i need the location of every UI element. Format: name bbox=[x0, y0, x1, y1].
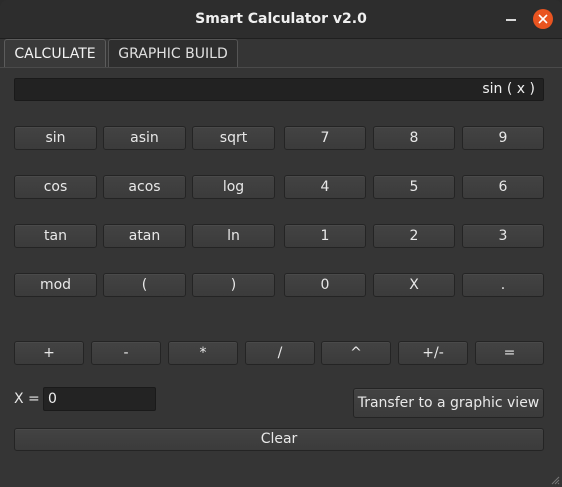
tab-bar: CALCULATE GRAPHIC BUILD bbox=[0, 38, 562, 68]
window-title: Smart Calculator v2.0 bbox=[195, 11, 367, 27]
transfer-to-graphic-view-button[interactable]: Transfer to a graphic view bbox=[353, 388, 544, 418]
x-value-input[interactable] bbox=[43, 387, 156, 411]
tan-button[interactable]: tan bbox=[14, 224, 97, 248]
tab-calculate[interactable]: CALCULATE bbox=[4, 39, 106, 67]
clear-button[interactable]: Clear bbox=[14, 428, 544, 451]
divide-button[interactable]: / bbox=[245, 341, 315, 365]
sqrt-button[interactable]: sqrt bbox=[192, 126, 275, 150]
digit-3-button[interactable]: 3 bbox=[462, 224, 544, 248]
open-paren-button[interactable]: ( bbox=[103, 273, 186, 297]
tab-divider bbox=[0, 67, 562, 68]
expression-display[interactable]: sin ( x ) bbox=[14, 78, 544, 101]
resize-grip-icon[interactable] bbox=[550, 475, 560, 485]
ln-button[interactable]: ln bbox=[192, 224, 275, 248]
cos-button[interactable]: cos bbox=[14, 175, 97, 199]
digit-0-button[interactable]: 0 bbox=[284, 273, 366, 297]
power-button[interactable]: ^ bbox=[321, 341, 391, 365]
tab-graphic-build[interactable]: GRAPHIC BUILD bbox=[108, 39, 238, 67]
close-icon bbox=[538, 14, 548, 24]
digit-2-button[interactable]: 2 bbox=[373, 224, 455, 248]
title-bar: Smart Calculator v2.0 bbox=[0, 0, 562, 39]
digit-8-button[interactable]: 8 bbox=[373, 126, 455, 150]
equals-button[interactable]: = bbox=[475, 341, 544, 365]
x-value-label: X = bbox=[14, 391, 40, 407]
calculator-window: Smart Calculator v2.0 CALCULATE GRAPHIC … bbox=[0, 0, 562, 487]
plus-button[interactable]: + bbox=[14, 341, 84, 365]
digit-9-button[interactable]: 9 bbox=[462, 126, 544, 150]
digit-4-button[interactable]: 4 bbox=[284, 175, 366, 199]
negate-button[interactable]: +/- bbox=[398, 341, 468, 365]
digit-7-button[interactable]: 7 bbox=[284, 126, 366, 150]
acos-button[interactable]: acos bbox=[103, 175, 186, 199]
mod-button[interactable]: mod bbox=[14, 273, 97, 297]
digit-5-button[interactable]: 5 bbox=[373, 175, 455, 199]
log-button[interactable]: log bbox=[192, 175, 275, 199]
multiply-button[interactable]: * bbox=[168, 341, 238, 365]
atan-button[interactable]: atan bbox=[103, 224, 186, 248]
minus-button[interactable]: - bbox=[91, 341, 161, 365]
asin-button[interactable]: asin bbox=[103, 126, 186, 150]
minimize-button[interactable] bbox=[501, 9, 521, 29]
close-button[interactable] bbox=[533, 9, 553, 29]
digit-6-button[interactable]: 6 bbox=[462, 175, 544, 199]
close-paren-button[interactable]: ) bbox=[192, 273, 275, 297]
variable-x-button[interactable]: X bbox=[373, 273, 455, 297]
digit-1-button[interactable]: 1 bbox=[284, 224, 366, 248]
decimal-point-button[interactable]: . bbox=[462, 273, 544, 297]
sin-button[interactable]: sin bbox=[14, 126, 97, 150]
